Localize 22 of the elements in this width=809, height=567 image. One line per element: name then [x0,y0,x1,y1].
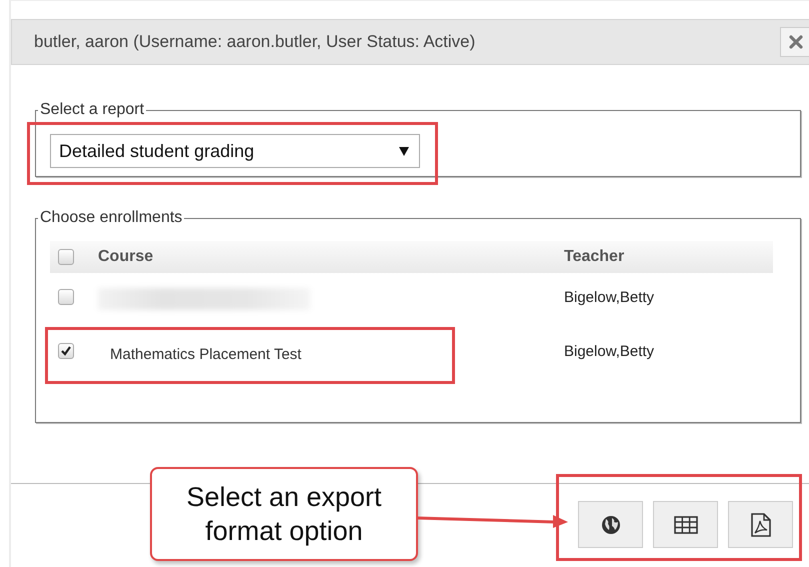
report-dropdown[interactable]: Detailed student grading [50,134,420,168]
select-all-checkbox[interactable] [58,249,74,265]
column-header: Teacher [564,248,624,266]
group-legend: Choose enrollments [38,209,184,227]
close-button[interactable] [780,27,809,57]
dialog-title: butler, aaron (Username: aaron.butler, User Status: Active) [34,32,476,52]
table-icon [674,516,698,534]
close-icon [789,35,803,49]
pdf-button[interactable] [728,501,793,548]
globe-button[interactable] [578,501,643,548]
row-checkbox[interactable] [58,343,74,359]
caret-icon [399,146,409,156]
callout-label: Select an export format option [150,467,418,561]
teacher-name: Bigelow,Betty [564,343,654,360]
course-name: Mathematics Placement Test [110,346,302,363]
pdf-file-icon [750,512,770,536]
row-checkbox[interactable] [58,289,74,305]
column-header: Course [98,248,154,266]
table-button[interactable] [653,501,718,548]
teacher-name: Bigelow,Betty [564,289,654,306]
globe-icon [600,514,620,534]
group-legend: Select a report [38,101,146,119]
